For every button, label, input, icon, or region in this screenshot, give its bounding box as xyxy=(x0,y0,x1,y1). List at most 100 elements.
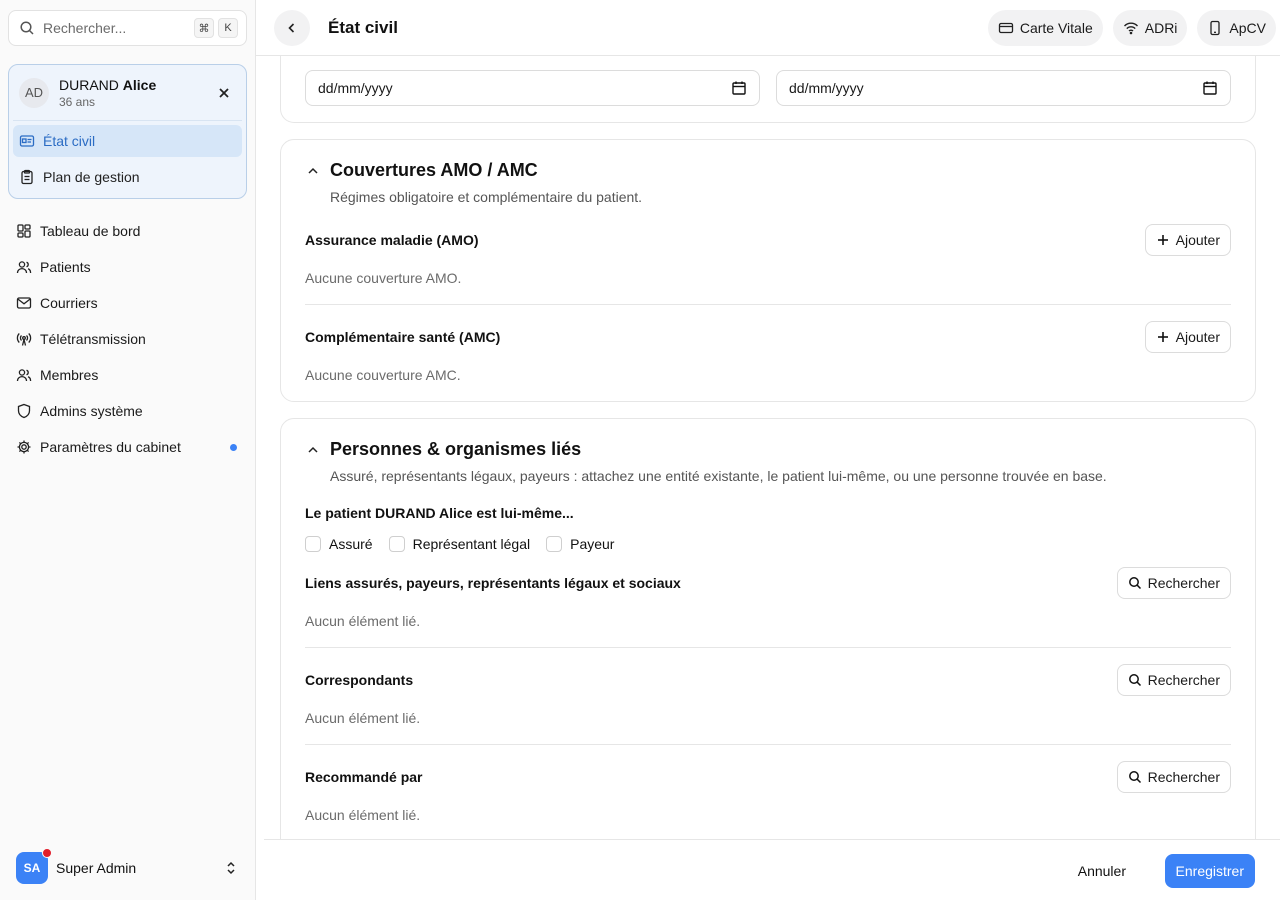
divider xyxy=(305,304,1231,305)
nav-item-parametres-du-cabinet[interactable]: Paramètres du cabinet xyxy=(8,429,247,465)
checkbox-label: Assuré xyxy=(329,536,373,552)
phone-icon xyxy=(1207,20,1223,36)
amc-empty: Aucune couverture AMC. xyxy=(305,367,461,383)
carte-vitale-label: Carte Vitale xyxy=(1019,20,1093,36)
chevron-up-icon xyxy=(305,163,321,179)
recommande-label: Recommandé par xyxy=(305,769,423,785)
self-label: Le patient DURAND Alice est lui-même... xyxy=(305,505,574,521)
nav-item-label: Courriers xyxy=(40,295,98,311)
date-field-1[interactable]: dd/mm/yyyy xyxy=(305,70,760,106)
amc-label: Complémentaire santé (AMC) xyxy=(305,329,501,345)
cancel-button[interactable]: Annuler xyxy=(1066,854,1138,888)
search-icon xyxy=(1128,576,1142,590)
users-icon xyxy=(16,367,32,383)
date-placeholder: dd/mm/yyyy xyxy=(318,80,393,96)
notification-badge xyxy=(42,848,52,858)
user-avatar: SA xyxy=(16,848,52,884)
patient-nav-etat-civil[interactable]: État civil xyxy=(13,125,242,157)
nav-item-membres[interactable]: Membres xyxy=(8,357,247,393)
nav-item-patients[interactable]: Patients xyxy=(8,249,247,285)
main-content: dd/mm/yyyy dd/mm/yyyy Couvertures AMO / … xyxy=(256,56,1280,839)
coverage-section-toggle[interactable]: Couvertures AMO / AMC xyxy=(305,160,538,181)
add-amo-button[interactable]: Ajouter xyxy=(1144,224,1231,256)
coverage-title: Couvertures AMO / AMC xyxy=(330,160,538,180)
patient-header[interactable]: AD DURAND Alice 36 ans xyxy=(13,65,242,121)
add-label: Ajouter xyxy=(1175,232,1220,248)
add-amc-button[interactable]: Ajouter xyxy=(1144,321,1231,353)
search-label: Rechercher xyxy=(1147,672,1220,688)
checkbox-payeur[interactable]: Payeur xyxy=(546,536,614,552)
notification-dot xyxy=(230,443,237,451)
linked-description: Assuré, représentants légaux, payeurs : … xyxy=(330,468,1107,484)
linked-section-toggle[interactable]: Personnes & organismes liés xyxy=(305,439,581,460)
adri-label: ADRi xyxy=(1144,20,1178,36)
card-icon xyxy=(998,20,1014,36)
dates-card: dd/mm/yyyy dd/mm/yyyy xyxy=(280,56,1256,123)
close-icon[interactable] xyxy=(216,85,232,101)
date-placeholder: dd/mm/yyyy xyxy=(789,80,864,96)
checkbox-box[interactable] xyxy=(305,536,321,552)
id-card-icon xyxy=(19,133,35,149)
nav-item-tableau-de-bord[interactable]: Tableau de bord xyxy=(8,213,247,249)
apcv-button[interactable]: ApCV xyxy=(1197,10,1276,46)
shortcut-k-key: K xyxy=(218,18,238,38)
antenna-icon xyxy=(16,331,32,347)
apcv-label: ApCV xyxy=(1229,20,1266,36)
coverage-description: Régimes obligatoire et complémentaire du… xyxy=(330,189,643,205)
links-label: Liens assurés, payeurs, représentants lé… xyxy=(305,575,681,591)
clipboard-icon xyxy=(19,169,35,185)
correspondants-empty: Aucun élément lié. xyxy=(305,710,421,726)
search-correspondants-button[interactable]: Rechercher xyxy=(1116,664,1231,696)
patient-nav-label: Plan de gestion xyxy=(43,169,140,185)
patient-age: 36 ans xyxy=(59,94,96,109)
checkbox-box[interactable] xyxy=(388,536,405,552)
search-placeholder: Rechercher... xyxy=(43,20,127,36)
calendar-icon[interactable] xyxy=(731,80,747,96)
nav-item-teletransmission[interactable]: Télétransmission xyxy=(8,321,247,357)
gear-icon xyxy=(16,439,32,455)
chevron-left-icon xyxy=(285,21,299,35)
adri-button[interactable]: ADRi xyxy=(1112,10,1188,46)
nav-item-admins-systeme[interactable]: Admins système xyxy=(8,393,247,429)
checkbox-box[interactable] xyxy=(546,536,563,552)
plus-icon xyxy=(1156,233,1170,247)
plus-icon xyxy=(1156,330,1170,344)
search-recommande-button[interactable]: Rechercher xyxy=(1116,761,1231,793)
checkbox-representant-legal[interactable]: Représentant légal xyxy=(388,536,530,552)
shield-icon xyxy=(16,403,32,419)
nav-item-label: Admins système xyxy=(40,403,143,419)
save-button[interactable]: Enregistrer xyxy=(1164,854,1255,888)
search-icon xyxy=(1128,770,1142,784)
search-label: Rechercher xyxy=(1147,575,1220,591)
search-input[interactable]: Rechercher... ⌘ K xyxy=(8,10,247,46)
amo-label: Assurance maladie (AMO) xyxy=(305,232,479,248)
nav-item-label: Patients xyxy=(40,259,91,275)
page-header: État civil Carte Vitale ADRi ApCV xyxy=(256,0,1280,56)
nav-item-courriers[interactable]: Courriers xyxy=(8,285,247,321)
user-menu[interactable]: SA Super Admin xyxy=(8,848,247,888)
date-field-2[interactable]: dd/mm/yyyy xyxy=(776,70,1231,106)
search-links-button[interactable]: Rechercher xyxy=(1116,567,1231,599)
search-icon xyxy=(1128,673,1142,687)
chevron-up-down-icon xyxy=(223,860,239,876)
nav-item-label: Membres xyxy=(40,367,99,383)
checkbox-assure[interactable]: Assuré xyxy=(305,536,373,552)
mail-icon xyxy=(16,295,32,311)
linked-card: Personnes & organismes liés Assuré, repr… xyxy=(280,418,1256,839)
checkbox-label: Payeur xyxy=(570,536,615,552)
dashboard-icon xyxy=(16,223,32,239)
add-label: Ajouter xyxy=(1175,329,1220,345)
patient-avatar: AD xyxy=(19,77,49,108)
back-button[interactable] xyxy=(274,9,310,46)
amo-empty: Aucune couverture AMO. xyxy=(305,270,462,286)
user-initials: SA xyxy=(23,861,41,875)
patient-card: AD DURAND Alice 36 ans État civil Plan d… xyxy=(8,64,247,199)
calendar-icon[interactable] xyxy=(1202,80,1218,96)
wifi-icon xyxy=(1123,20,1139,36)
patient-last-name: DURAND xyxy=(59,76,119,93)
patient-nav-plan-de-gestion[interactable]: Plan de gestion xyxy=(13,161,242,193)
carte-vitale-button[interactable]: Carte Vitale xyxy=(987,10,1103,46)
form-footer: Annuler Enregistrer xyxy=(264,839,1280,900)
main-nav: Tableau de bord Patients Courriers Télét… xyxy=(8,213,247,465)
sidebar: Rechercher... ⌘ K AD DURAND Alice 36 ans… xyxy=(0,0,256,900)
